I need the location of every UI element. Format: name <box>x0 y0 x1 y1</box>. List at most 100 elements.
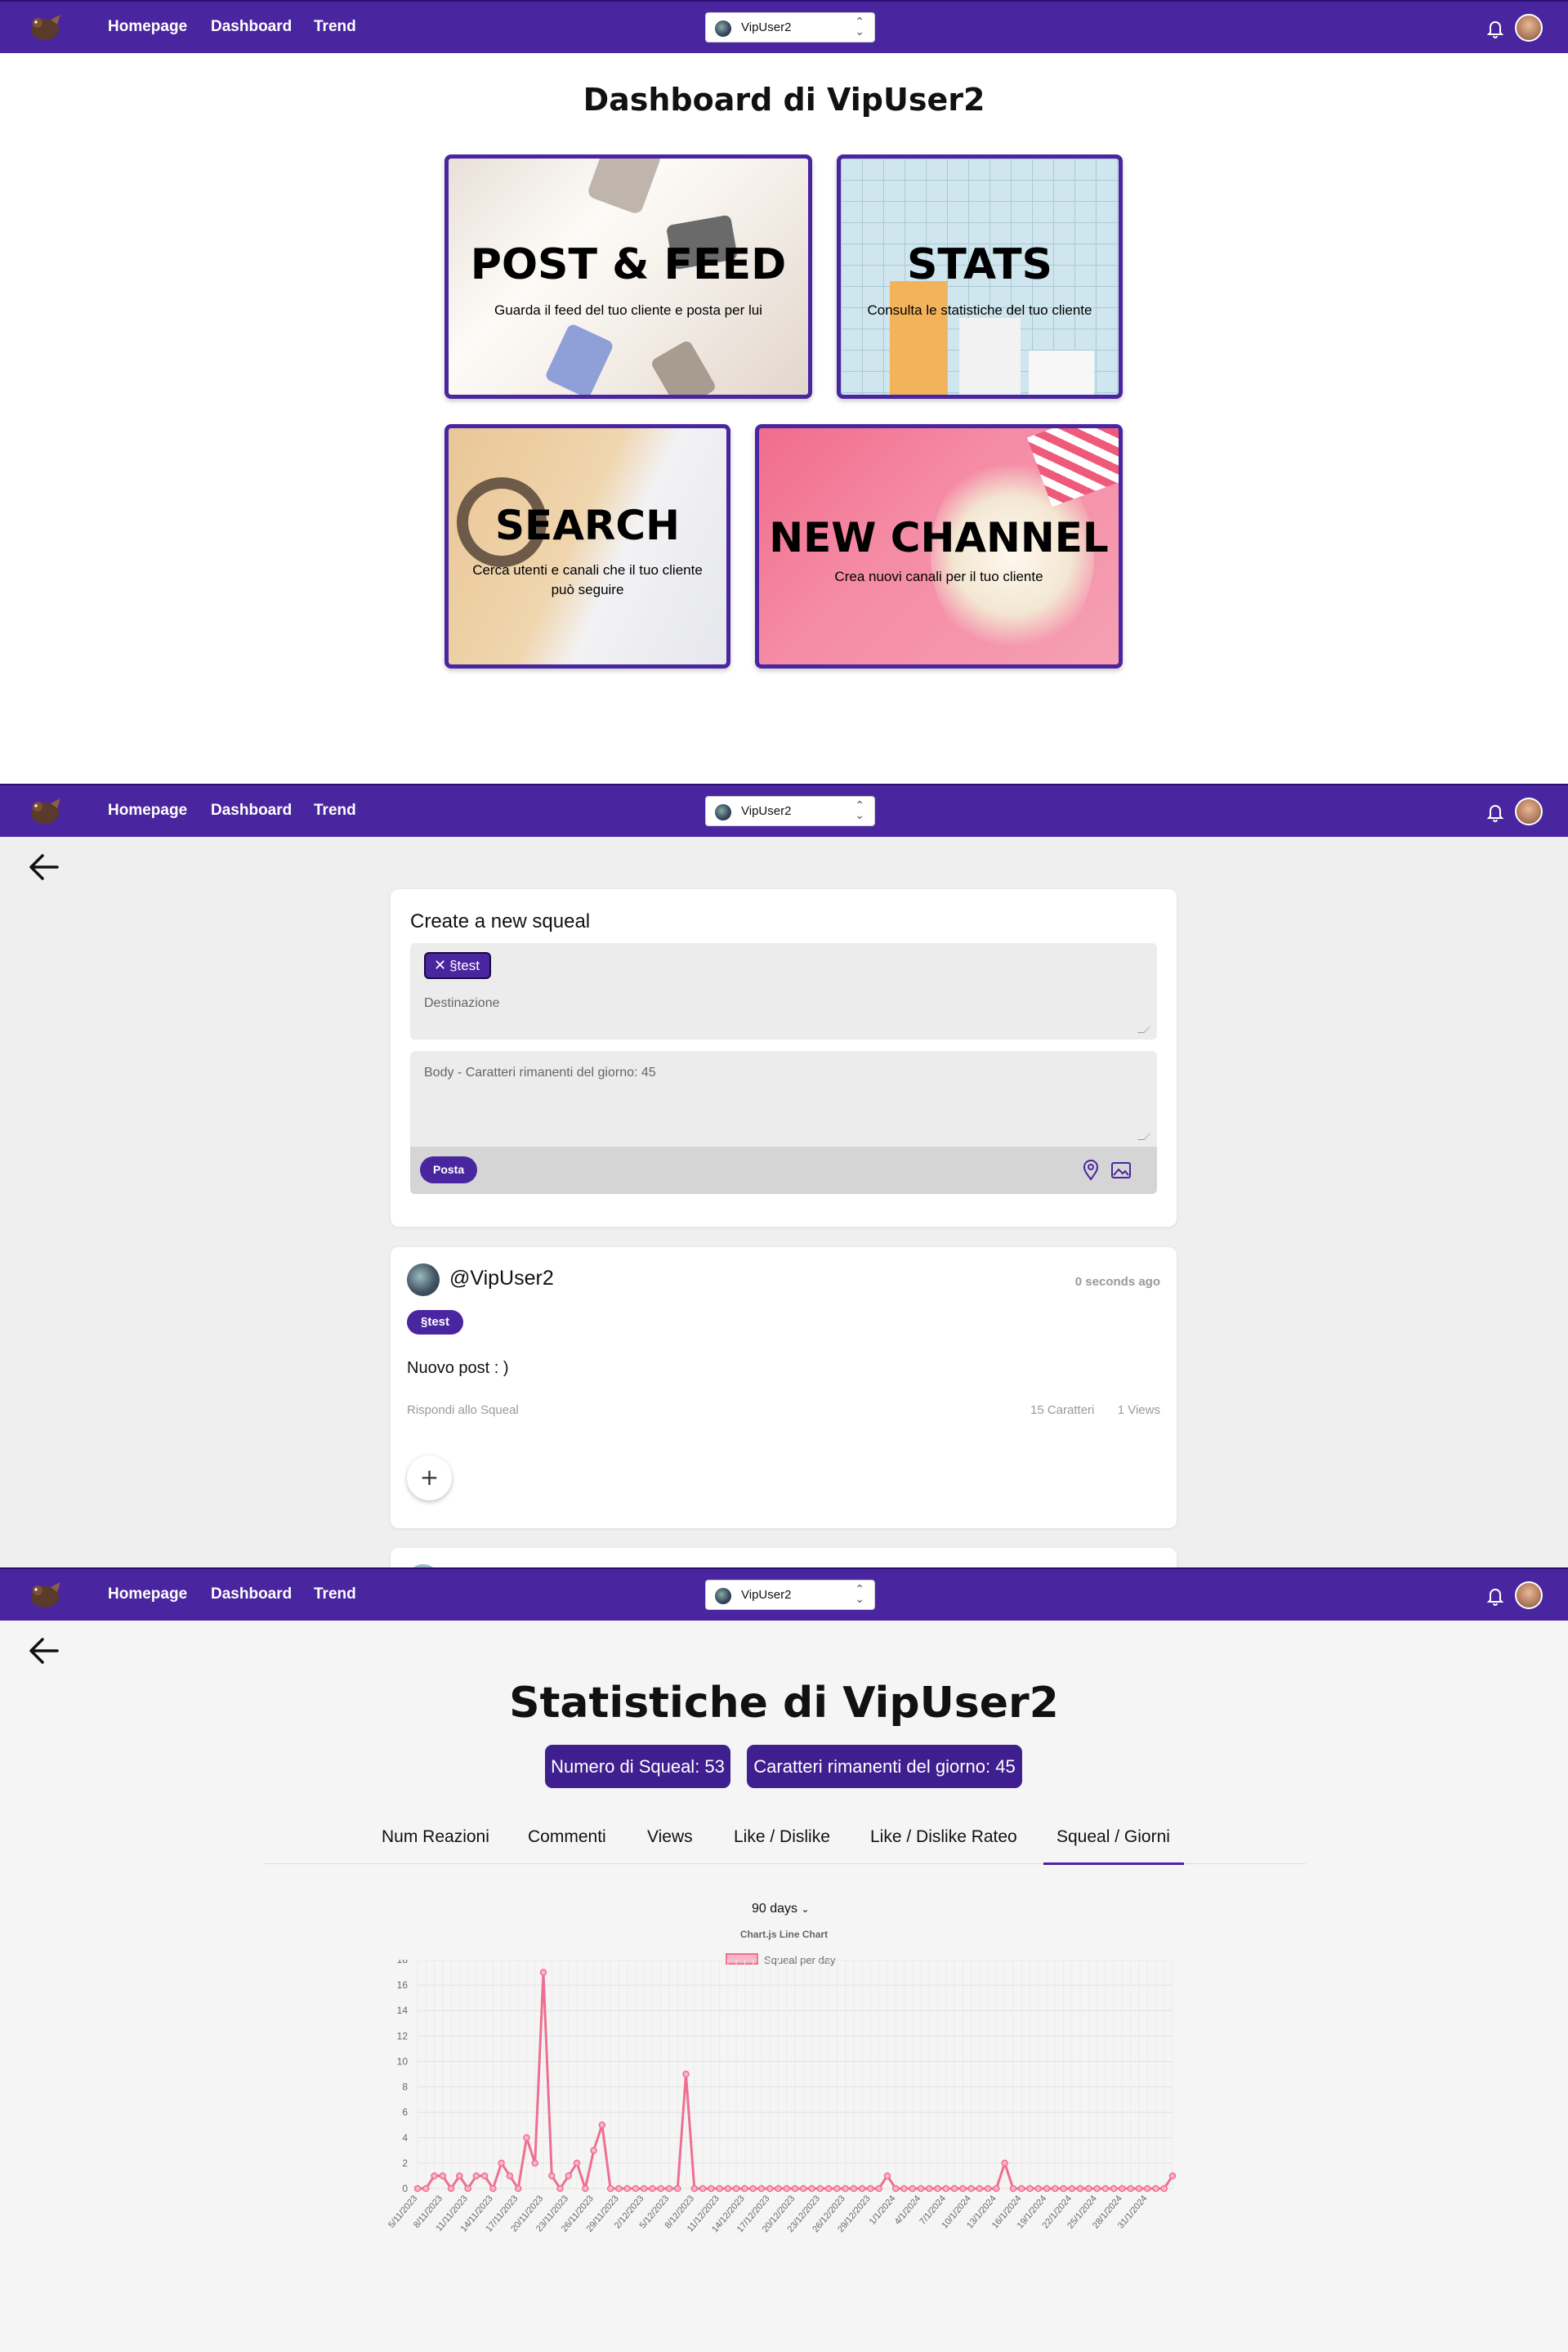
profile-avatar[interactable] <box>1515 1581 1543 1609</box>
data-point <box>967 2184 975 2193</box>
tab-views[interactable]: Views <box>647 1827 693 1847</box>
x-tick-label: 1/1/2024 <box>868 2193 898 2227</box>
data-point <box>523 2134 530 2142</box>
account-avatar <box>715 804 731 821</box>
data-point <box>665 2184 673 2193</box>
data-point <box>732 2184 740 2193</box>
data-point <box>1060 2184 1067 2193</box>
post-button[interactable]: Posta <box>420 1156 478 1183</box>
card-subtitle: Crea nuovi canali per il tuo cliente <box>834 569 1043 584</box>
data-point <box>942 2184 950 2193</box>
tab-squeal-giorni[interactable]: Squeal / Giorni <box>1057 1827 1170 1847</box>
card-stats[interactable]: STATS Consulta le statistiche del tuo cl… <box>837 154 1123 399</box>
logo-icon[interactable] <box>26 1579 64 1612</box>
data-point <box>1001 2159 1008 2167</box>
bar-image <box>959 318 1021 395</box>
data-point <box>749 2184 757 2193</box>
nav-trend[interactable]: Trend <box>314 802 356 820</box>
data-point <box>556 2184 564 2193</box>
data-point <box>900 2184 908 2193</box>
card-subtitle: Guarda il feed del tuo cliente e posta p… <box>494 302 762 318</box>
data-point <box>1093 2184 1101 2193</box>
data-point <box>757 2184 766 2193</box>
data-point <box>439 2172 447 2180</box>
destination-field[interactable]: ✕ §test Destinazione <box>410 943 1157 1040</box>
card-title: NEW CHANNEL <box>769 514 1109 561</box>
back-arrow-icon[interactable] <box>28 852 60 882</box>
data-point <box>1017 2184 1025 2193</box>
bell-icon[interactable] <box>1485 802 1505 823</box>
body-placeholder: Body - Caratteri rimanenti del giorno: 4… <box>424 1066 656 1080</box>
data-point <box>674 2184 681 2193</box>
tab-like-dislike[interactable]: Like / Dislike <box>734 1827 830 1847</box>
avatar[interactable] <box>407 1263 440 1296</box>
card-post-feed[interactable]: POST & FEED Guarda il feed del tuo clien… <box>444 154 812 399</box>
nav-homepage[interactable]: Homepage <box>108 18 187 36</box>
data-point <box>1052 2184 1059 2193</box>
data-point <box>833 2184 841 2193</box>
logo-icon[interactable] <box>26 11 64 44</box>
data-point <box>413 2184 422 2193</box>
card-search[interactable]: SEARCH Cerca utenti e canali che il tuo … <box>444 424 730 668</box>
location-pin-icon[interactable] <box>1083 1160 1099 1181</box>
data-point <box>598 2121 606 2129</box>
data-point <box>926 2184 933 2193</box>
account-select[interactable]: VipUser2 ⌃ ⌄ <box>705 1580 875 1610</box>
nav-dashboard[interactable]: Dashboard <box>211 1585 292 1603</box>
data-point <box>1068 2184 1076 2193</box>
destination-tag-chip[interactable]: ✕ §test <box>424 952 491 979</box>
range-dropdown[interactable]: 90 days ⌄ <box>752 1902 810 1916</box>
data-point <box>824 2184 833 2193</box>
close-icon[interactable]: ✕ <box>434 957 446 973</box>
nav-trend[interactable]: Trend <box>314 18 356 36</box>
create-squeal-panel: Create a new squeal ✕ §test Destinazione … <box>391 889 1177 1227</box>
account-select[interactable]: VipUser2 ⌃ ⌄ <box>705 796 875 826</box>
data-point <box>431 2172 438 2180</box>
add-reaction-button[interactable]: + <box>407 1455 452 1500</box>
card-title: POST & FEED <box>470 240 787 289</box>
tab-like-dislike-rateo[interactable]: Like / Dislike Rateo <box>870 1827 1017 1847</box>
resize-handle-icon[interactable] <box>1137 1026 1150 1033</box>
back-arrow-icon[interactable] <box>28 1636 60 1666</box>
image-icon[interactable] <box>1110 1161 1132 1179</box>
composer-toolbar: Posta <box>410 1147 1157 1194</box>
bell-icon[interactable] <box>1485 18 1505 39</box>
nav-homepage[interactable]: Homepage <box>108 1585 187 1603</box>
resize-handle-icon[interactable] <box>1137 1134 1150 1140</box>
navbar: Homepage Dashboard Trend VipUser2 ⌃ ⌄ <box>0 0 1568 53</box>
tab-commenti[interactable]: Commenti <box>528 1827 606 1847</box>
data-point <box>548 2172 556 2180</box>
post-username[interactable]: @VipUser2 <box>449 1267 554 1290</box>
data-point <box>640 2184 648 2193</box>
page-title: Dashboard di VipUser2 <box>583 82 985 118</box>
card-new-channel[interactable]: NEW CHANNEL Crea nuovi canali per il tuo… <box>755 424 1123 668</box>
post-channel-badge[interactable]: §test <box>407 1310 464 1335</box>
data-point <box>506 2172 514 2180</box>
tab-num-reazioni[interactable]: Num Reazioni <box>382 1827 489 1847</box>
data-point <box>1160 2184 1168 2193</box>
reply-link[interactable]: Rispondi allo Squeal <box>407 1403 519 1417</box>
logo-icon[interactable] <box>26 795 64 828</box>
account-name: VipUser2 <box>741 1588 792 1602</box>
account-select[interactable]: VipUser2 ⌃ ⌄ <box>705 12 875 42</box>
y-tick-label: 8 <box>402 2081 408 2093</box>
data-point <box>976 2184 984 2193</box>
card-subtitle: Cerca utenti e canali che il tuo cliente… <box>472 562 703 597</box>
bell-icon[interactable] <box>1485 1585 1505 1607</box>
nav-homepage[interactable]: Homepage <box>108 802 187 820</box>
body-field[interactable]: Body - Caratteri rimanenti del giorno: 4… <box>410 1051 1157 1194</box>
nav-dashboard[interactable]: Dashboard <box>211 18 292 36</box>
data-point <box>447 2184 455 2193</box>
data-point <box>783 2184 790 2193</box>
nav-dashboard[interactable]: Dashboard <box>211 802 292 820</box>
data-point <box>690 2184 699 2193</box>
post-body: Nuovo post : ) <box>407 1359 509 1377</box>
nav-trend[interactable]: Trend <box>314 1585 356 1603</box>
data-point <box>1076 2184 1084 2193</box>
profile-avatar[interactable] <box>1515 14 1543 42</box>
y-tick-label: 10 <box>397 2055 409 2067</box>
data-point <box>1085 2184 1092 2193</box>
data-point <box>959 2184 967 2193</box>
data-point <box>741 2184 748 2193</box>
profile-avatar[interactable] <box>1515 798 1543 825</box>
